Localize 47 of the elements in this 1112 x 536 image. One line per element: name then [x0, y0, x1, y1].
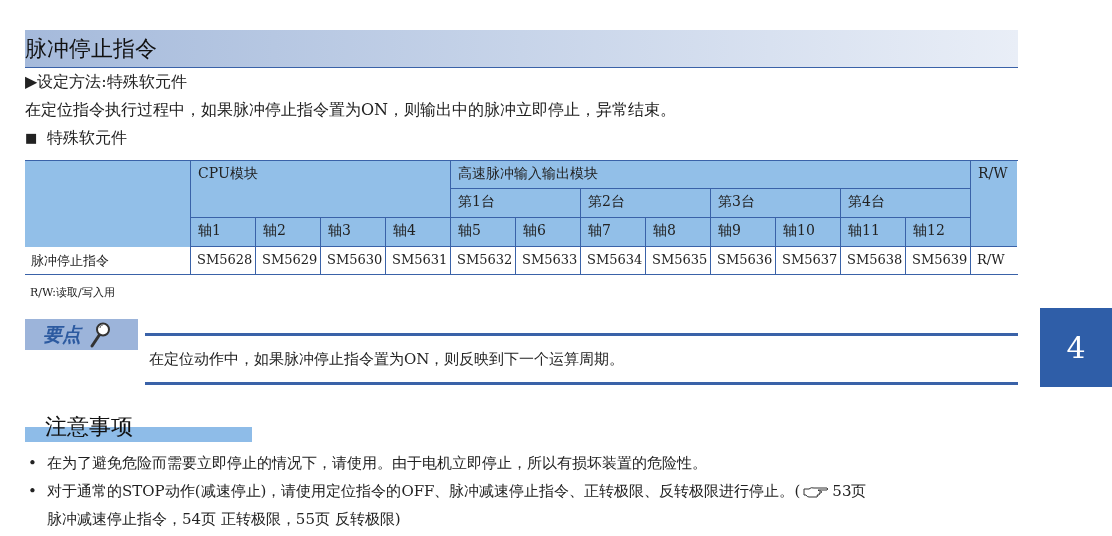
- column-header: 轴11: [840, 218, 905, 247]
- table-cell: SM5634: [580, 247, 645, 274]
- table-note: R/W:读取/写入用: [30, 285, 116, 300]
- column-header: CPU模块: [190, 161, 450, 218]
- column-header: 第2台: [580, 189, 710, 218]
- page-reference: 脉冲减速停止指令，54页 正转极限，55页 反转极限): [47, 509, 401, 530]
- page-reference: 53页: [832, 482, 867, 500]
- column-header: 轴8: [645, 218, 710, 247]
- description: 在定位指令执行过程中，如果脉冲停止指令置为ON，则输出中的脉冲立即停止，异常结束。: [25, 99, 678, 121]
- caution-text: 对于通常的STOP动作(减速停止)，请使用定位指令的OFF、脉冲减速停止指令、正转极限、反转极限进行停止。(: [47, 482, 801, 500]
- column-header: 轴2: [255, 218, 320, 247]
- table-cell: SM5633: [515, 247, 580, 274]
- column-header: R/W: [970, 161, 1017, 247]
- table-cell: SM5637: [775, 247, 840, 274]
- column-header: 轴10: [775, 218, 840, 247]
- table-cell: SM5630: [320, 247, 385, 274]
- column-header: 高速脉冲输入输出模块: [450, 161, 970, 189]
- point-text: 在定位动作中，如果脉冲停止指令置为ON，则反映到下一个运算周期。: [149, 349, 625, 369]
- column-header: 轴6: [515, 218, 580, 247]
- column-header: 轴9: [710, 218, 775, 247]
- table-cell: SM5629: [255, 247, 320, 274]
- column-header: 轴5: [450, 218, 515, 247]
- column-header: 轴12: [905, 218, 970, 247]
- subheading: 特殊软元件: [47, 127, 128, 149]
- chapter-tab[interactable]: 4: [1040, 308, 1112, 387]
- square-marker: ■: [25, 129, 38, 147]
- table-cell: SM5639: [905, 247, 970, 274]
- table-cell: SM5628: [190, 247, 255, 274]
- caution-text: 在为了避免危险而需要立即停止的情况下，请使用。由于电机立即停止，所以有损坏装置的危险性。: [47, 454, 707, 472]
- pointing-hand-icon: [803, 486, 830, 498]
- column-header: 轴7: [580, 218, 645, 247]
- column-header: 轴3: [320, 218, 385, 247]
- column-header: 第1台: [450, 189, 580, 218]
- bullet-icon: •: [25, 449, 47, 477]
- table-cell: SM5638: [840, 247, 905, 274]
- caution-heading: 注意事项: [45, 413, 133, 441]
- table-cell: SM5635: [645, 247, 710, 274]
- column-header: 轴1: [190, 218, 255, 247]
- magnifier-icon: [89, 321, 111, 348]
- column-header: 第3台: [710, 189, 840, 218]
- column-header: 轴4: [385, 218, 450, 247]
- bullet-icon: •: [25, 477, 47, 533]
- setting-method: ▶设定方法:特殊软元件: [25, 71, 188, 93]
- point-title: 要点: [43, 321, 81, 347]
- column-header: 第4台: [840, 189, 970, 218]
- table-cell: SM5636: [710, 247, 775, 274]
- section-heading: 脉冲停止指令: [25, 30, 1018, 68]
